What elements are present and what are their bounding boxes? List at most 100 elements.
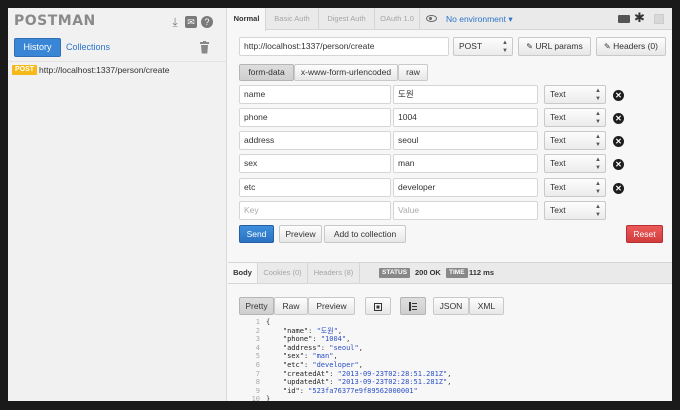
- code-line: "address": "seoul",: [282, 343, 363, 352]
- sidebar-divider: [8, 61, 227, 62]
- wrap-glyph-icon: [409, 302, 417, 311]
- param-type-select[interactable]: Text ▲ ▼: [544, 154, 606, 173]
- help-icon[interactable]: ?: [201, 16, 213, 28]
- send-button[interactable]: Send: [239, 225, 274, 243]
- keyboard-icon[interactable]: [618, 15, 630, 23]
- history-tab[interactable]: History: [14, 38, 61, 57]
- param-value[interactable]: developer: [393, 178, 538, 197]
- url-params-label: URL params: [535, 41, 583, 51]
- code-line: "sex": "man",: [282, 352, 338, 361]
- tab-form-data[interactable]: form-data: [239, 64, 294, 81]
- app-logo: POSTMAN: [14, 13, 96, 29]
- code-line: {: [266, 318, 271, 326]
- trash-icon[interactable]: [199, 41, 210, 54]
- status-label: STATUS: [379, 268, 411, 278]
- raw-button[interactable]: Raw: [274, 297, 308, 315]
- code-line: "createdAt": "2013-09-23T02:28:51.281Z",: [282, 369, 452, 378]
- settings-icon[interactable]: ✱: [634, 11, 645, 25]
- edit-icon: ✎: [526, 42, 533, 51]
- copy-icon[interactable]: [365, 297, 391, 315]
- param-type-select[interactable]: Text ▲ ▼: [544, 131, 606, 150]
- window-icon[interactable]: [654, 14, 664, 24]
- delete-param-icon[interactable]: ✕: [613, 136, 624, 147]
- history-item[interactable]: POST http://localhost:1337/person/create: [12, 64, 222, 77]
- code-line: "id": "523fa76377e9f89562000001": [282, 386, 418, 395]
- tab-digest-auth[interactable]: Digest Auth: [319, 8, 375, 30]
- param-type-select[interactable]: Text ▲ ▼: [544, 108, 606, 127]
- delete-param-icon[interactable]: ✕: [613, 159, 624, 170]
- url-input[interactable]: http://localhost:1337/person/create: [239, 37, 449, 56]
- edit-icon: ✎: [604, 42, 611, 51]
- time-value: 112 ms: [469, 268, 495, 277]
- main-panel: Normal Basic Auth Digest Auth OAuth 1.0 …: [228, 8, 672, 401]
- param-key[interactable]: sex: [239, 154, 391, 173]
- copy-glyph-icon: [374, 303, 382, 311]
- param-type-select[interactable]: Text ▲ ▼: [544, 201, 606, 220]
- param-type-select[interactable]: Text ▲ ▼: [544, 178, 606, 197]
- param-key[interactable]: etc: [239, 178, 391, 197]
- select-arrows-icon: ▲ ▼: [595, 157, 601, 171]
- line-number: 3: [255, 335, 260, 344]
- param-type-select[interactable]: Text ▲ ▼: [544, 85, 606, 104]
- preview-response-button[interactable]: Preview: [308, 297, 355, 315]
- download-icon[interactable]: ⤓: [169, 16, 181, 28]
- sidebar: POSTMAN ⤓ ✉ ? History Collections POST h…: [8, 8, 227, 401]
- code-line: "name": "도원",: [282, 326, 343, 335]
- eye-icon[interactable]: [426, 15, 437, 22]
- twitter-icon[interactable]: ✉: [185, 16, 197, 28]
- add-to-collection-button[interactable]: Add to collection: [324, 225, 406, 243]
- param-type-value: Text: [550, 112, 566, 122]
- line-number: 8: [255, 378, 260, 387]
- wrap-icon[interactable]: [400, 297, 426, 315]
- environment-label: No environment: [446, 14, 507, 24]
- line-numbers: 1 2 3 4 5 6 7 8 9 10: [246, 318, 260, 401]
- tab-response-headers[interactable]: Headers (8): [308, 263, 360, 283]
- tab-normal[interactable]: Normal: [228, 8, 266, 31]
- collections-tab[interactable]: Collections: [66, 38, 110, 57]
- param-value-placeholder[interactable]: Value: [393, 201, 538, 220]
- preview-button[interactable]: Preview: [279, 225, 322, 243]
- param-key-placeholder[interactable]: Key: [239, 201, 391, 220]
- reset-button[interactable]: Reset: [626, 225, 663, 243]
- history-url: http://localhost:1337/person/create: [39, 65, 170, 75]
- line-number: 9: [255, 386, 260, 395]
- environment-select[interactable]: No environment ▾: [446, 8, 513, 30]
- select-arrows-icon: ▲ ▼: [502, 40, 508, 54]
- pretty-button[interactable]: Pretty: [239, 297, 274, 315]
- url-params-button[interactable]: ✎ URL params: [518, 37, 591, 56]
- status-value: 200 OK: [415, 268, 441, 277]
- tab-body[interactable]: Body: [228, 263, 258, 283]
- param-value[interactable]: 도원: [393, 85, 538, 104]
- line-number: 4: [255, 343, 260, 352]
- tab-oauth[interactable]: OAuth 1.0: [375, 8, 420, 30]
- param-value[interactable]: 1004: [393, 108, 538, 127]
- select-arrows-icon: ▲ ▼: [595, 134, 601, 148]
- json-button[interactable]: JSON: [433, 297, 469, 315]
- delete-param-icon[interactable]: ✕: [613, 183, 624, 194]
- time-label: TIME: [446, 268, 468, 278]
- line-number: 7: [255, 369, 260, 378]
- headers-label: Headers (0): [613, 41, 658, 51]
- line-number: 2: [255, 326, 260, 335]
- headers-button[interactable]: ✎ Headers (0): [596, 37, 666, 56]
- xml-button[interactable]: XML: [469, 297, 504, 315]
- param-value[interactable]: man: [393, 154, 538, 173]
- select-arrows-icon: ▲ ▼: [595, 111, 601, 125]
- param-key[interactable]: address: [239, 131, 391, 150]
- code-line: "phone": "1004",: [282, 335, 351, 344]
- response-body[interactable]: 1 2 3 4 5 6 7 8 9 10 { "name": "도원", "phone": "10…: [246, 318, 666, 401]
- line-number: 1: [255, 318, 260, 326]
- response-code: { "name": "도원", "phone": "1004", "addres…: [266, 318, 451, 401]
- tab-basic-auth[interactable]: Basic Auth: [266, 8, 319, 30]
- tab-cookies[interactable]: Cookies (0): [258, 263, 308, 283]
- param-key[interactable]: phone: [239, 108, 391, 127]
- delete-param-icon[interactable]: ✕: [613, 90, 624, 101]
- line-number: 10: [251, 395, 260, 401]
- postman-window: POSTMAN ⤓ ✉ ? History Collections POST h…: [8, 8, 672, 401]
- tab-urlencoded[interactable]: x-www-form-urlencoded: [294, 64, 398, 81]
- tab-raw[interactable]: raw: [398, 64, 428, 81]
- param-value[interactable]: seoul: [393, 131, 538, 150]
- method-select[interactable]: POST ▲ ▼: [453, 37, 513, 56]
- delete-param-icon[interactable]: ✕: [613, 113, 624, 124]
- param-key[interactable]: name: [239, 85, 391, 104]
